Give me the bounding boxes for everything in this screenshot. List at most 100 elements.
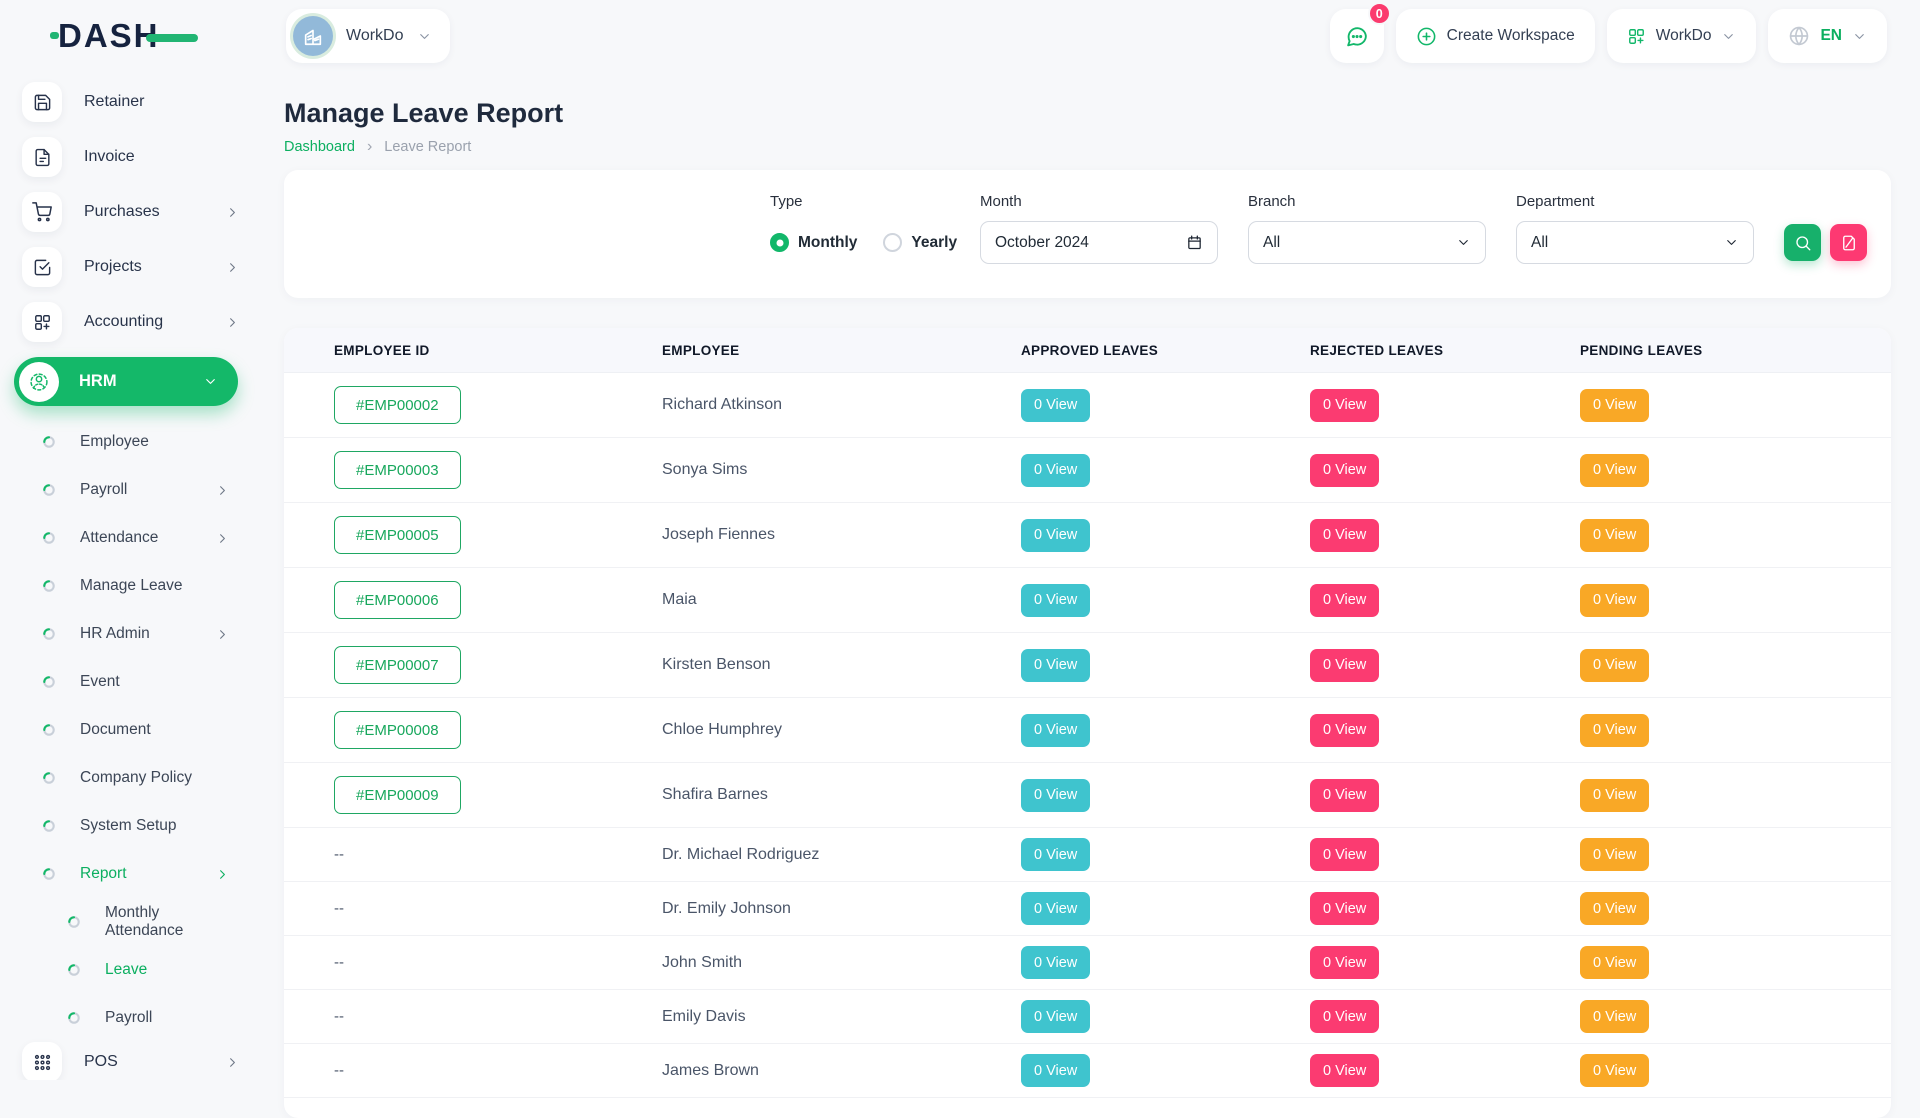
approved-leaves-view-button[interactable]: 0 View [1021,454,1090,487]
sidebar-subitem-manage-leave[interactable]: Manage Leave [42,562,230,610]
topbar-actions: 0 Create Workspace WorkDo EN [1330,9,1887,63]
pending-leaves-view-button[interactable]: 0 View [1580,1000,1649,1033]
sidebar-item-invoice[interactable]: Invoice [22,137,240,177]
employee-id-badge[interactable]: #EMP00008 [334,711,461,749]
pending-leaves-view-button[interactable]: 0 View [1580,779,1649,812]
language-selector[interactable]: EN [1768,9,1887,63]
employee-id-badge[interactable]: #EMP00005 [334,516,461,554]
department-select[interactable]: All [1516,221,1754,264]
rejected-leaves-view-button[interactable]: 0 View [1310,779,1379,812]
pending-leaves-view-button[interactable]: 0 View [1580,389,1649,422]
approved-leaves-view-button[interactable]: 0 View [1021,946,1090,979]
sidebar-item-hrm[interactable]: HRM [14,357,238,406]
main-content: Manage Leave Report Dashboard › Leave Re… [258,72,1920,1080]
rejected-leaves-view-button[interactable]: 0 View [1310,649,1379,682]
rejected-leaves-view-button[interactable]: 0 View [1310,389,1379,422]
messages-button[interactable]: 0 [1330,9,1384,63]
sidebar-subitem-payroll[interactable]: Payroll [67,994,230,1042]
approved-leaves-view-button[interactable]: 0 View [1021,389,1090,422]
bullet-icon [67,963,81,977]
approved-leaves-view-button[interactable]: 0 View [1021,1054,1090,1087]
logo-accent-bar [146,34,198,42]
rejected-leaves-view-button[interactable]: 0 View [1310,892,1379,925]
globe-icon [1788,25,1810,47]
sidebar-subitem-leave[interactable]: Leave [67,946,230,994]
sidebar-subitem-hr-admin[interactable]: HR Admin [42,610,230,658]
col-employee: EMPLOYEE [662,343,1021,358]
sidebar-item-icon [22,82,62,122]
branch-select[interactable]: All [1248,221,1486,264]
approved-leaves-view-button[interactable]: 0 View [1021,714,1090,747]
sidebar-item-label: Purchases [84,203,160,221]
radio-dot [883,233,902,252]
employee-id-badge[interactable]: #EMP00007 [334,646,461,684]
filter-card: Type Monthly Yearly Month October 2024 B… [284,170,1891,298]
bullet-icon [42,435,56,449]
pending-leaves-view-button[interactable]: 0 View [1580,838,1649,871]
pending-leaves-view-button[interactable]: 0 View [1580,649,1649,682]
plus-circle-icon [1416,26,1437,47]
sidebar-subitem-attendance[interactable]: Attendance [42,514,230,562]
pending-leaves-view-button[interactable]: 0 View [1580,946,1649,979]
radio-monthly[interactable]: Monthly [770,233,857,252]
sidebar-subitem-document[interactable]: Document [42,706,230,754]
sidebar-item-pos[interactable]: POS [22,1042,240,1080]
breadcrumb-dashboard-link[interactable]: Dashboard [284,139,355,155]
workspace-switcher[interactable]: WorkDo [286,9,450,63]
sidebar-subitem-event[interactable]: Event [42,658,230,706]
employee-id-badge[interactable]: #EMP00009 [334,776,461,814]
sidebar-item-accounting[interactable]: Accounting [22,302,240,342]
employee-name: Sonya Sims [662,461,1021,479]
employee-id-badge[interactable]: #EMP00006 [334,581,461,619]
rejected-leaves-view-button[interactable]: 0 View [1310,1000,1379,1033]
col-approved-leaves: APPROVED LEAVES [1021,343,1310,358]
breadcrumb-current: Leave Report [384,139,471,155]
app-menu-button[interactable]: WorkDo [1607,9,1757,63]
brand-logo[interactable]: DASH [58,17,198,55]
pending-leaves-view-button[interactable]: 0 View [1580,584,1649,617]
pending-leaves-view-button[interactable]: 0 View [1580,519,1649,552]
sidebar-subitem-system-setup[interactable]: System Setup [42,802,230,850]
radio-yearly[interactable]: Yearly [883,233,957,252]
approved-leaves-view-button[interactable]: 0 View [1021,1000,1090,1033]
grid-plus-icon [1627,27,1646,46]
sidebar-item-retainer[interactable]: Retainer [22,82,240,122]
pending-leaves-view-button[interactable]: 0 View [1580,454,1649,487]
rejected-leaves-view-button[interactable]: 0 View [1310,519,1379,552]
search-button[interactable] [1784,224,1821,261]
sidebar-subitem-company-policy[interactable]: Company Policy [42,754,230,802]
rejected-leaves-view-button[interactable]: 0 View [1310,838,1379,871]
employee-id-badge[interactable]: #EMP00003 [334,451,461,489]
pending-leaves-view-button[interactable]: 0 View [1580,892,1649,925]
sidebar-subitem-payroll[interactable]: Payroll [42,466,230,514]
approved-leaves-view-button[interactable]: 0 View [1021,892,1090,925]
col-pending-leaves: PENDING LEAVES [1580,343,1891,358]
month-input[interactable]: October 2024 [980,221,1218,264]
create-workspace-button[interactable]: Create Workspace [1396,9,1595,63]
reset-button[interactable] [1830,224,1867,261]
employee-id-badge[interactable]: #EMP00002 [334,386,461,424]
pending-leaves-view-button[interactable]: 0 View [1580,714,1649,747]
pending-leaves-view-button[interactable]: 0 View [1580,1054,1649,1087]
sidebar-subitem-report[interactable]: Report [42,850,230,898]
rejected-leaves-view-button[interactable]: 0 View [1310,1054,1379,1087]
sidebar-subitem-monthly-attendance[interactable]: Monthly Attendance [67,898,230,946]
rejected-leaves-view-button[interactable]: 0 View [1310,584,1379,617]
rejected-leaves-view-button[interactable]: 0 View [1310,714,1379,747]
approved-leaves-view-button[interactable]: 0 View [1021,519,1090,552]
approved-leaves-view-button[interactable]: 0 View [1021,838,1090,871]
approved-leaves-view-button[interactable]: 0 View [1021,779,1090,812]
chevron-down-icon [1456,235,1471,250]
sidebar-item-projects[interactable]: Projects [22,247,240,287]
sidebar-item-purchases[interactable]: Purchases [22,192,240,232]
approved-leaves-view-button[interactable]: 0 View [1021,649,1090,682]
type-radio-group: Monthly Yearly [770,221,950,264]
rejected-leaves-view-button[interactable]: 0 View [1310,454,1379,487]
sidebar-subitem-employee[interactable]: Employee [42,418,230,466]
table-row: #EMP00005 Joseph Fiennes 0 View 0 View 0… [284,503,1891,568]
employee-name: Dr. Michael Rodriguez [662,846,1021,864]
approved-leaves-view-button[interactable]: 0 View [1021,584,1090,617]
workspace-name: WorkDo [346,27,404,45]
type-label: Type [770,193,950,210]
rejected-leaves-view-button[interactable]: 0 View [1310,946,1379,979]
